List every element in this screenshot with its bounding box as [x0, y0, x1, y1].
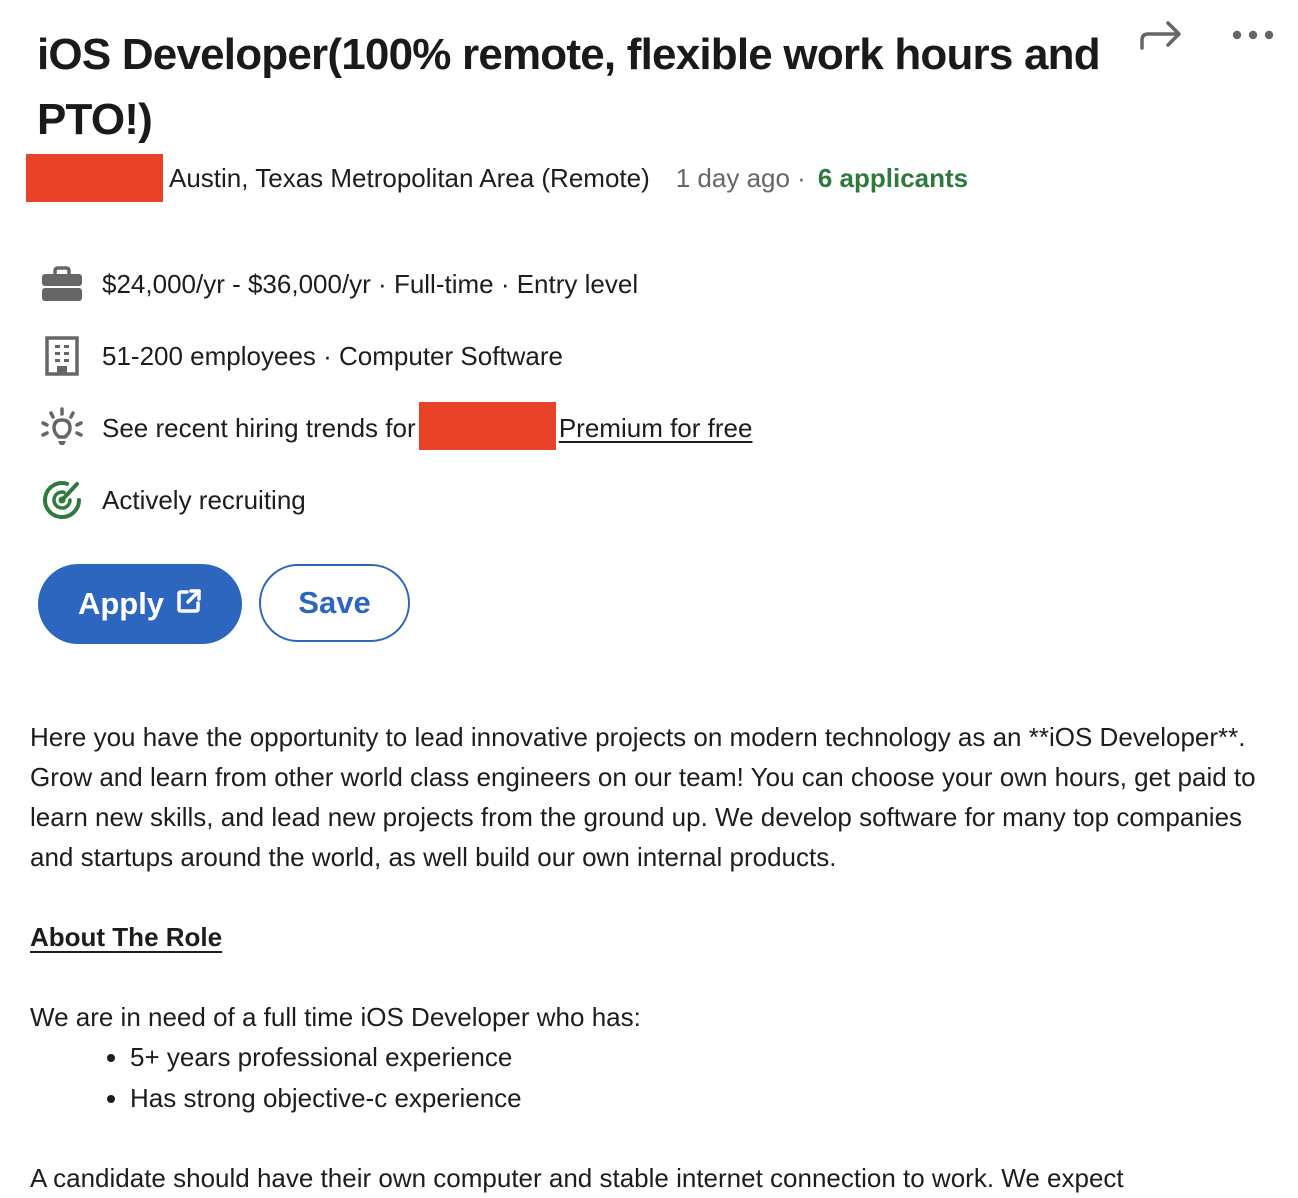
list-item: Has strong objective-c experience [130, 1078, 1270, 1119]
insight-company-size: 51-200 employees · Computer Software [38, 320, 752, 392]
insight-text: See recent hiring trends for [102, 412, 423, 443]
requirements-list: 5+ years professional experience Has str… [30, 1037, 1270, 1119]
insight-text: Actively recruiting [102, 484, 306, 515]
premium-for-free-link[interactable]: Premium for free [559, 413, 753, 444]
job-insights: $24,000/yr - $36,000/yr · Full-time · En… [38, 248, 752, 536]
top-actions [1138, 18, 1274, 52]
insight-text: 51-200 employees · Computer Software [102, 340, 564, 371]
apply-label: Apply [77, 586, 165, 621]
building-icon [38, 332, 86, 380]
description-cut-off-line: A candidate should have their own comput… [30, 1163, 1124, 1193]
insight-salary: $24,000/yr - $36,000/yr · Full-time · En… [38, 248, 752, 320]
external-link-icon [176, 586, 202, 622]
redacted-company-name [418, 402, 556, 450]
target-icon [38, 476, 86, 524]
job-meta-row: Austin, Texas Metropolitan Area (Remote)… [26, 154, 968, 202]
list-item: 5+ years professional experience [130, 1037, 1270, 1078]
insight-text: $24,000/yr - $36,000/yr · Full-time · En… [102, 268, 639, 299]
job-description: Here you have the opportunity to lead in… [30, 717, 1270, 1119]
share-arrow-icon[interactable] [1138, 18, 1184, 52]
posted-time: 1 day ago · [675, 162, 806, 193]
needs-intro: We are in need of a full time iOS Develo… [30, 1002, 641, 1032]
job-title: iOS Developer(100% remote, flexible work… [37, 30, 1101, 144]
insight-actively-recruiting: Actively recruiting [38, 464, 752, 536]
job-location: Austin, Texas Metropolitan Area (Remote) [169, 162, 650, 193]
lightbulb-icon [38, 404, 86, 452]
section-heading-about-role: About The Role [30, 922, 223, 952]
more-horizontal-icon[interactable] [1232, 29, 1274, 41]
save-button[interactable]: Save [259, 564, 410, 642]
action-buttons: Apply Save [38, 564, 410, 644]
briefcase-icon [38, 260, 86, 308]
redacted-company-name [26, 154, 163, 202]
insight-hiring-trends: See recent hiring trends for Premium for… [38, 392, 752, 464]
description-intro: Here you have the opportunity to lead in… [30, 722, 1256, 872]
applicant-count: 6 applicants [817, 162, 969, 193]
apply-button[interactable]: Apply [38, 564, 242, 644]
